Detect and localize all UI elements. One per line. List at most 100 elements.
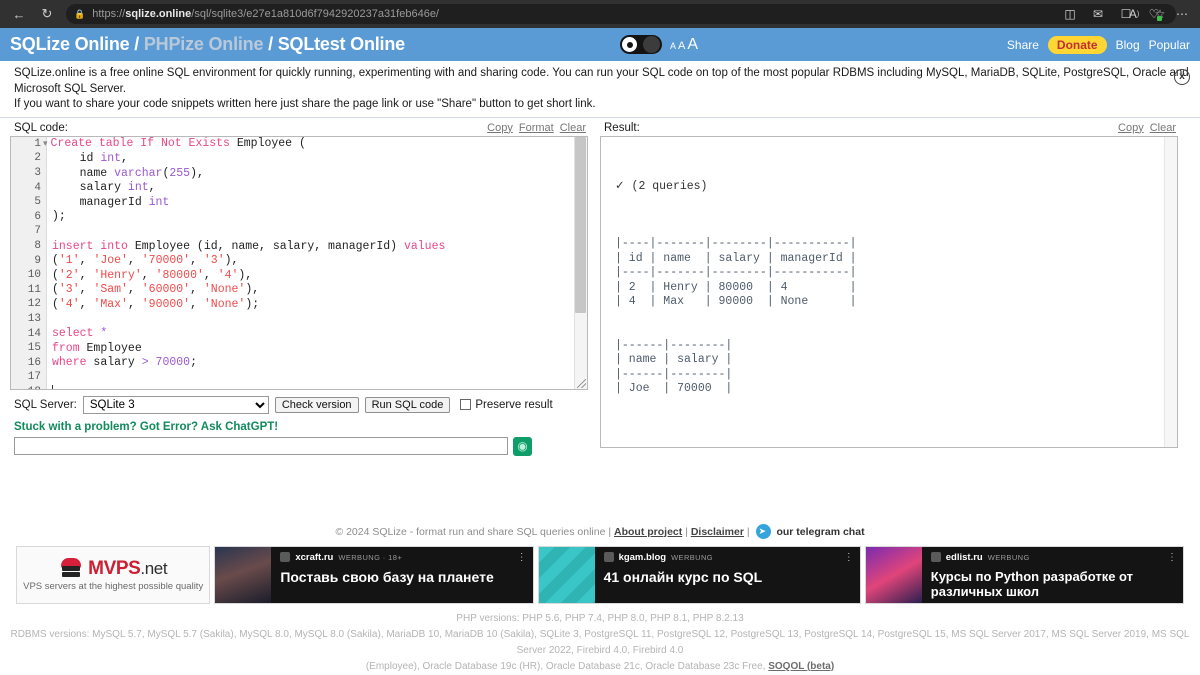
brand-sqltest[interactable]: SQLtest Online xyxy=(278,34,405,54)
result-scrollbar[interactable] xyxy=(1164,136,1177,447)
editor-line: 8 insert into Employee (id, name, salary,… xyxy=(34,239,573,254)
editor-line: 17 xyxy=(28,370,573,385)
rdbms-versions-line-2-text: (Employee), Oracle Database 19c (HR), Or… xyxy=(365,660,766,672)
ad-title: Курсы по Python разработке от различных … xyxy=(930,568,1134,599)
result-status: ✓ (2 queries) xyxy=(615,179,708,193)
collections-icon[interactable]: ✉ xyxy=(1086,3,1110,25)
run-sql-button[interactable]: Run SQL code xyxy=(364,396,451,413)
ad-banner[interactable]: xcraft.ru WERBUNG · 18+ Поставь свою базу … xyxy=(214,545,534,604)
ad-domain: edlist.ru xyxy=(945,551,983,563)
line-number: 6 xyxy=(34,210,41,223)
editor-line: 6); xyxy=(34,210,573,225)
main-area: SQL code: Copy Format Clear 1 ▾ Create tab… xyxy=(0,118,1200,456)
browser-essentials-icon[interactable]: ☐ xyxy=(1114,3,1138,25)
result-clear-link[interactable]: Clear xyxy=(1150,122,1176,134)
editor-scrollbar[interactable] xyxy=(574,136,587,389)
ad-title: Поставь свою базу на планете xyxy=(280,568,494,585)
font-size-small[interactable]: A xyxy=(670,41,676,51)
line-number: 15 xyxy=(27,342,41,355)
editor-code-area[interactable]: 1 ▾ Create table If Not Exists Employee (2… xyxy=(28,137,573,389)
editor-line: 9 ('1', 'Joe', '70000', '3'), xyxy=(34,253,573,268)
ad-favicon-icon xyxy=(930,552,941,563)
result-header: Result: Copy Clear xyxy=(600,122,1178,136)
result-copy-link[interactable]: Copy xyxy=(1118,122,1144,134)
ad-domain: kgam.blog xyxy=(618,551,667,563)
sql-code-header: SQL code: Copy Format Clear xyxy=(10,122,588,136)
font-size-large[interactable]: A xyxy=(687,36,698,54)
telegram-chat-link[interactable]: our telegram chat xyxy=(776,526,864,538)
line-number: 12 xyxy=(27,298,41,311)
ad-menu-icon[interactable]: ⋮ xyxy=(517,552,527,563)
ad-banner[interactable]: kgam.blog WERBUNG 41 онлайн курс по SQL ⋮ xyxy=(537,545,861,604)
check-version-button[interactable]: Check version xyxy=(274,396,359,413)
theme-toggle[interactable] xyxy=(620,35,662,54)
disclaimer-link[interactable]: Disclaimer xyxy=(691,526,744,538)
ad-banner[interactable]: MVPS.net VPS servers at the highest possi… xyxy=(16,545,211,604)
editor-line: 4 salary int, xyxy=(34,180,573,195)
editor-line: 16 where salary > 70000; xyxy=(28,355,573,370)
ad-favicon-icon xyxy=(603,552,614,563)
result-panel[interactable]: ✓ (2 queries) |----|-------|--------|---… xyxy=(600,135,1178,448)
ad-image xyxy=(215,546,272,603)
editor-line: 3 name varchar(255), xyxy=(34,166,573,181)
share-link[interactable]: Share xyxy=(1007,38,1039,52)
editor-scrollbar-thumb[interactable] xyxy=(575,136,586,313)
line-number: 16 xyxy=(27,356,41,369)
line-number: 7 xyxy=(34,225,41,238)
close-icon[interactable]: x xyxy=(1174,69,1190,85)
site-header: SQLize Online / PHPize Online / SQLtest … xyxy=(0,28,1200,61)
editor-resize-handle[interactable] xyxy=(577,378,586,388)
editor-line: 11 ('3', 'Sam', '60000', 'None'), xyxy=(28,282,573,297)
chatgpt-icon[interactable]: ◉ xyxy=(513,436,532,456)
editor-controls: SQL Server: SQLite 3 Check version Run S… xyxy=(10,390,588,414)
donate-button[interactable]: Donate xyxy=(1047,35,1107,54)
popular-link[interactable]: Popular xyxy=(1149,38,1190,52)
split-screen-icon[interactable]: ◫ xyxy=(1058,3,1082,25)
blog-link[interactable]: Blog xyxy=(1116,38,1140,52)
ad-image xyxy=(865,546,922,603)
favorites-heart-icon[interactable]: ♡ xyxy=(1142,3,1166,25)
footer: © 2024 SQLize - format run and share SQL… xyxy=(0,456,1200,539)
brand-title: SQLize Online / PHPize Online / SQLtest … xyxy=(10,34,405,55)
ad-label: WERBUNG xyxy=(671,552,714,562)
back-icon[interactable]: ← xyxy=(6,3,32,25)
line-number: 13 xyxy=(27,312,41,325)
ad-title: 41 онлайн курс по SQL xyxy=(603,568,763,585)
line-number: 1 xyxy=(34,137,41,150)
brand-sqlize[interactable]: SQLize Online xyxy=(10,34,130,54)
telegram-icon[interactable]: ➤ xyxy=(755,523,771,539)
settings-more-icon[interactable]: ⋯ xyxy=(1170,3,1194,25)
editor-line: 1 ▾ Create table If Not Exists Employee ( xyxy=(34,137,573,152)
about-project-link[interactable]: About project xyxy=(614,526,682,538)
line-number: 14 xyxy=(27,327,41,340)
ad-favicon-icon xyxy=(280,552,291,563)
editor-copy-link[interactable]: Copy xyxy=(487,122,513,134)
editor-format-link[interactable]: Format xyxy=(519,122,554,134)
reload-icon[interactable]: ↻ xyxy=(34,3,60,25)
sql-code-editor[interactable]: 1 ▾ Create table If Not Exists Employee (2… xyxy=(10,135,588,390)
ad-menu-icon[interactable]: ⋮ xyxy=(844,552,854,563)
soqol-link[interactable]: SOQOL (beta) xyxy=(768,661,834,672)
editor-line: 7 xyxy=(34,224,573,239)
footer-copyright: © 2024 SQLize - format run and share SQL… xyxy=(335,525,612,538)
footer-pipe-1: | xyxy=(685,525,688,538)
fold-arrow-icon[interactable]: ▾ xyxy=(43,139,48,149)
chatgpt-input[interactable] xyxy=(14,437,508,456)
chatgpt-prompt-text: Stuck with a problem? Got Error? Ask Cha… xyxy=(14,420,279,433)
address-bar[interactable]: 🔒 https://sqlize.online/sql/sqlite3/e27e… xyxy=(66,4,1176,24)
editor-line: 5 managerId int xyxy=(34,195,573,210)
sql-server-select[interactable]: SQLite 3 xyxy=(82,395,269,414)
intro-line-2: If you want to share your code snippets … xyxy=(14,98,596,111)
preserve-result-checkbox[interactable] xyxy=(460,399,472,411)
footer-pipe-2: | xyxy=(746,525,750,538)
line-number: 2 xyxy=(34,152,41,165)
editor-clear-link[interactable]: Clear xyxy=(560,122,586,134)
font-size-medium[interactable]: A xyxy=(678,40,685,52)
ad-banner[interactable]: edlist.ru WERBUNG Курсы по Python разработ… xyxy=(864,545,1184,604)
line-number: 18 xyxy=(11,386,41,389)
brand-phpize[interactable]: PHPize Online xyxy=(144,34,264,54)
preserve-result-label: Preserve result xyxy=(475,398,553,411)
line-number: 9 xyxy=(34,254,41,267)
lock-icon: 🔒 xyxy=(74,8,86,19)
ad-menu-icon[interactable]: ⋮ xyxy=(1167,552,1177,563)
